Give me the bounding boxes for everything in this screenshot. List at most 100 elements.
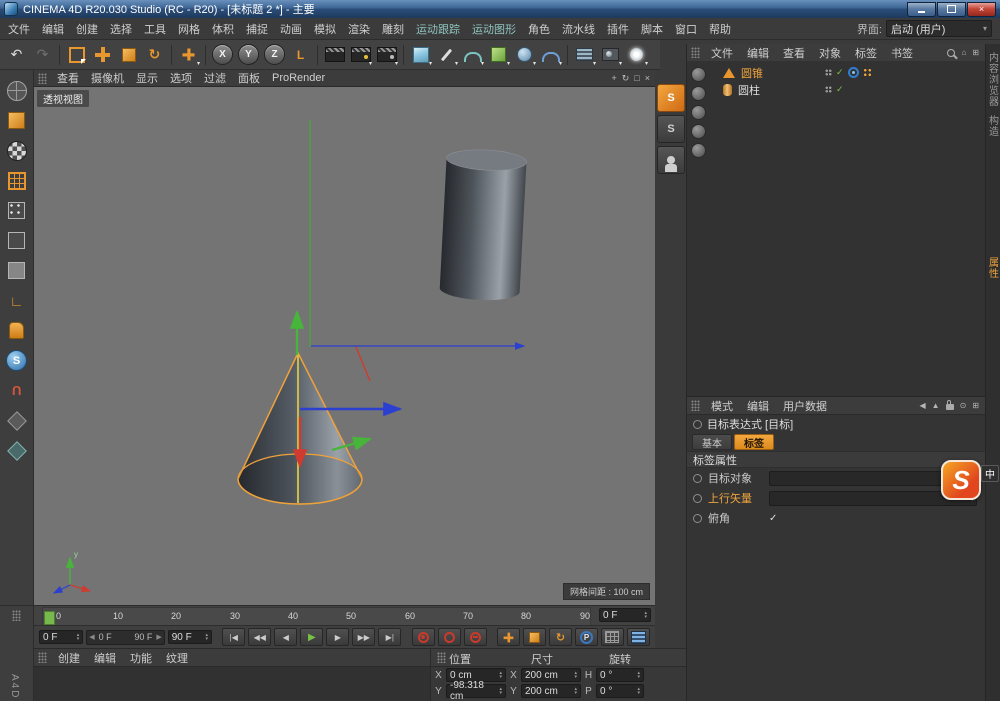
range-left-arrow-icon[interactable]: ◀	[89, 633, 94, 641]
material-menu-item[interactable]: 创建	[51, 648, 87, 668]
edges-mode-button[interactable]	[3, 227, 31, 254]
stepper-icon[interactable]: ▴▾	[499, 687, 502, 695]
playhead-marker[interactable]	[44, 611, 55, 625]
menubar-item[interactable]: 运动图形	[466, 18, 522, 40]
menubar-item[interactable]: 文件	[2, 18, 36, 40]
close-button[interactable]: ×	[967, 2, 996, 17]
stepper-icon[interactable]: ▴▾	[574, 671, 577, 679]
minimize-button[interactable]	[907, 2, 936, 17]
prev-key-button[interactable]: ◀◀	[248, 628, 271, 646]
ime-s-logo[interactable]: S	[941, 460, 981, 500]
tab-attributes[interactable]: 属性	[987, 257, 1000, 279]
record-rotation-toggle[interactable]: ↻	[549, 628, 572, 646]
menubar-item[interactable]: 体积	[206, 18, 240, 40]
next-frame-button[interactable]: ▶	[326, 628, 349, 646]
viewport-menu-item[interactable]: 摄像机	[85, 68, 130, 88]
move-tool-button[interactable]	[90, 42, 115, 67]
object-row-cylinder[interactable]: 圆柱 ✓	[709, 81, 982, 98]
lock-icon[interactable]	[946, 404, 954, 410]
om-orb-icon[interactable]	[691, 86, 706, 101]
object-name[interactable]: 圆柱	[738, 82, 760, 98]
mograph-button[interactable]: ▾	[486, 42, 511, 67]
record-keyframe-button[interactable]	[412, 628, 435, 646]
material-menu-item[interactable]: 编辑	[87, 648, 123, 668]
points-mode-button[interactable]	[3, 197, 31, 224]
redo-button[interactable]: ↷	[30, 42, 55, 67]
expression-tag-icon[interactable]	[863, 68, 872, 77]
texture-mode-button[interactable]	[3, 137, 31, 164]
menubar-item[interactable]: 角色	[522, 18, 556, 40]
magnet-snap-button[interactable]: U	[3, 377, 31, 404]
drag-handle[interactable]	[691, 400, 700, 411]
orbit-view-icon[interactable]: ↻	[622, 73, 630, 84]
c4d-badge-button[interactable]: S	[3, 347, 31, 374]
stepper-icon[interactable]: ▴▾	[644, 611, 647, 619]
model-mode-button[interactable]	[3, 107, 31, 134]
record-position-toggle[interactable]	[497, 628, 520, 646]
layout-grid-icon[interactable]: ⊞	[972, 401, 979, 410]
interface-select[interactable]: 启动 (用户) ▾	[886, 20, 992, 37]
drag-handle[interactable]	[38, 652, 47, 663]
menubar-item[interactable]: 帮助	[703, 18, 737, 40]
render-view-button[interactable]	[322, 42, 347, 67]
menubar-item[interactable]: 网格	[172, 18, 206, 40]
material-menu-item[interactable]: 功能	[123, 648, 159, 668]
current-frame-spinner[interactable]: 0 F ▴▾	[39, 630, 83, 644]
polygons-mode-button[interactable]	[3, 257, 31, 284]
render-region-button[interactable]: ▾	[348, 42, 373, 67]
menubar-item[interactable]: 渲染	[342, 18, 376, 40]
menubar-item[interactable]: 创建	[70, 18, 104, 40]
tab-structure[interactable]: 构造	[987, 115, 1000, 137]
object-name[interactable]: 圆锥	[741, 65, 763, 81]
menubar-item[interactable]: 插件	[601, 18, 635, 40]
workplane-mode-button[interactable]	[3, 167, 31, 194]
next-key-button[interactable]: ▶▶	[352, 628, 375, 646]
visibility-dots-icon[interactable]	[825, 86, 832, 93]
menubar-item[interactable]: 窗口	[669, 18, 703, 40]
rotate-tool-button[interactable]: ↻	[142, 42, 167, 67]
viewport-menu-item[interactable]: 过滤	[198, 68, 232, 88]
menubar-item[interactable]: 脚本	[635, 18, 669, 40]
om-orb-icon[interactable]	[691, 67, 706, 82]
viewport-menu-item[interactable]: 选项	[164, 68, 198, 88]
z-axis-lock-button[interactable]: Z	[262, 42, 287, 67]
sculpt-layout-button[interactable]: S	[657, 84, 685, 112]
menubar-item[interactable]: 流水线	[556, 18, 601, 40]
menubar-item[interactable]: 运动跟踪	[410, 18, 466, 40]
y-axis-lock-button[interactable]: Y	[236, 42, 261, 67]
stepper-icon[interactable]: ▴▾	[637, 671, 640, 679]
deformer-button[interactable]: ▾	[538, 42, 563, 67]
x-axis-lock-button[interactable]: X	[210, 42, 235, 67]
range-right-arrow-icon[interactable]: ▶	[156, 633, 161, 641]
floor-button[interactable]: ▾	[572, 42, 597, 67]
om-menu-item[interactable]: 对象	[812, 43, 848, 63]
pan-view-icon[interactable]: +	[611, 73, 616, 84]
search-icon[interactable]	[947, 49, 955, 57]
coordinate-system-button[interactable]: L	[288, 42, 313, 67]
menubar-item[interactable]: 雕刻	[376, 18, 410, 40]
home-icon[interactable]: ⌂	[961, 48, 966, 57]
am-menu-item[interactable]: 模式	[704, 396, 740, 416]
checkbox-checked-icon[interactable]: ✓	[769, 513, 777, 524]
menubar-item[interactable]: 模拟	[308, 18, 342, 40]
menubar-item[interactable]: 捕捉	[240, 18, 274, 40]
am-menu-item[interactable]: 编辑	[740, 396, 776, 416]
tab-basic[interactable]: 基本	[692, 434, 732, 450]
rotation-p-field[interactable]: 0 °▴▾	[596, 684, 644, 698]
om-orb-icon[interactable]	[691, 105, 706, 120]
tab-tag[interactable]: 标签	[734, 434, 774, 450]
end-frame-spinner[interactable]: 90 F ▴▾	[168, 630, 212, 644]
zoom-view-icon[interactable]: □	[634, 73, 639, 84]
target-tag-icon[interactable]	[848, 67, 859, 78]
jump-end-button[interactable]: ▶|	[378, 628, 401, 646]
scene-canvas[interactable]: y	[34, 87, 655, 605]
om-menu-item[interactable]: 查看	[776, 43, 812, 63]
autokey-button[interactable]	[438, 628, 461, 646]
tab-content-browser[interactable]: 内容浏览器	[987, 52, 1000, 107]
enabled-check-icon[interactable]: ✓	[836, 67, 844, 78]
timeline-frame-field[interactable]: 0 F ▴▾	[599, 608, 651, 622]
drag-handle[interactable]	[437, 652, 446, 663]
menubar-item[interactable]: 选择	[104, 18, 138, 40]
viewport-menu-item[interactable]: 显示	[130, 68, 164, 88]
light-button[interactable]: ▾	[624, 42, 649, 67]
